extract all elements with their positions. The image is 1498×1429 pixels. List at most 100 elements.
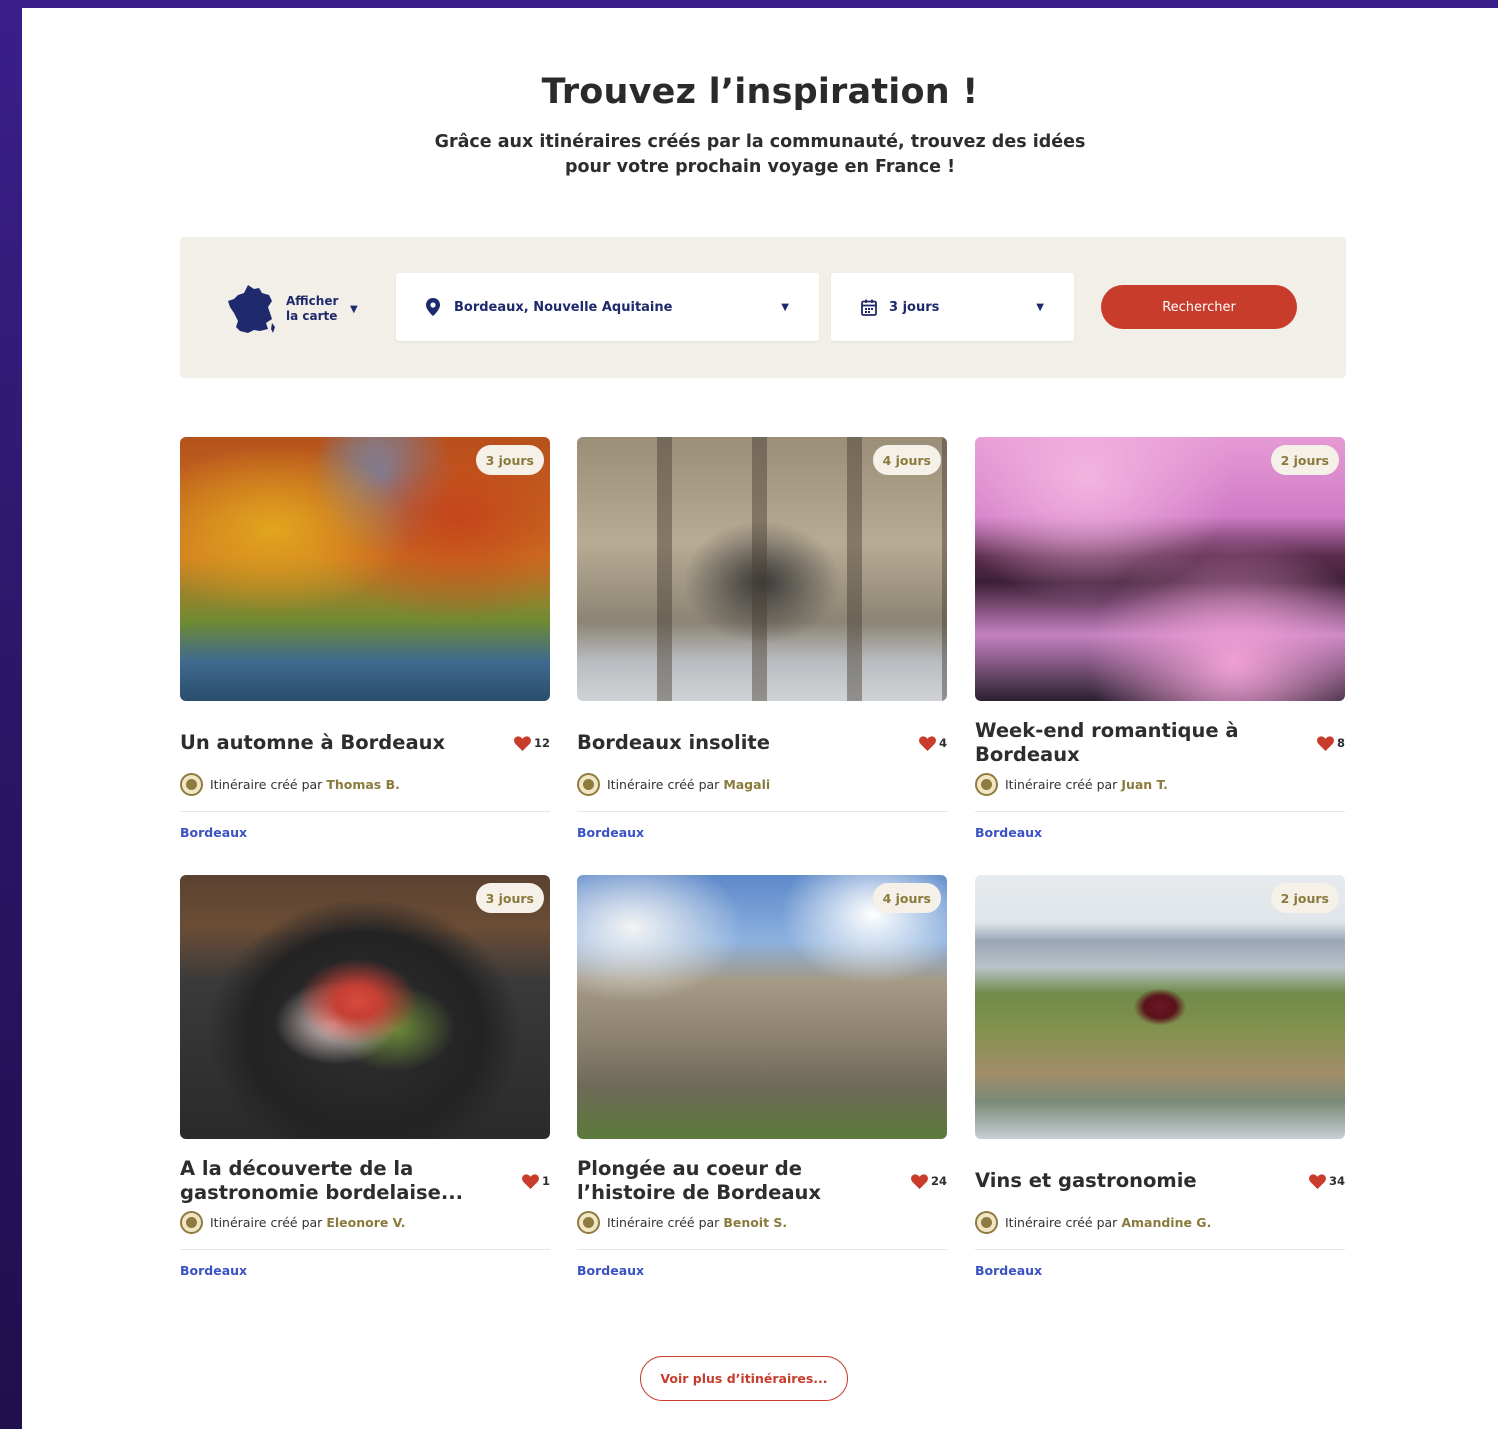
author-avatar-icon (577, 773, 600, 796)
duration-badge: 2 jours (1270, 445, 1339, 475)
card-divider (180, 1249, 550, 1250)
card-title[interactable]: Week-end romantique à Bordeaux (975, 719, 1317, 767)
likes-count: 4 (938, 736, 947, 750)
search-button[interactable]: Rechercher (1101, 285, 1297, 329)
chevron-down-icon: ▼ (350, 303, 358, 315)
author-avatar-icon (975, 773, 998, 796)
show-map-toggle[interactable]: Afficher la carte ▼ (226, 281, 376, 337)
subtitle-line-1: Grâce aux itinéraires créés par la commu… (434, 132, 1086, 152)
heart-icon (911, 1173, 928, 1189)
city-tag[interactable]: Bordeaux (975, 1263, 1042, 1278)
author-name[interactable]: Magali (723, 777, 770, 792)
itinerary-card[interactable]: 4 jours Plongée au coeur de l’histoire d… (577, 875, 947, 1290)
duration-badge: 3 jours (475, 883, 544, 913)
page-title: Trouvez l’inspiration ! (541, 72, 979, 112)
author-name[interactable]: Amandine G. (1121, 1215, 1211, 1230)
author-prefix: Itinéraire créé par (210, 777, 323, 792)
location-select[interactable]: Bordeaux, Nouvelle Aquitaine ▼ (396, 273, 819, 341)
heart-icon (1309, 1173, 1326, 1189)
card-image[interactable]: 4 jours (577, 875, 947, 1139)
card-divider (975, 811, 1345, 812)
card-header: Un automne à Bordeaux 12 (180, 715, 550, 771)
water-mirror-photo (975, 437, 1345, 701)
author-avatar-icon (180, 773, 203, 796)
see-more-button[interactable]: Voir plus d’itinéraires... (640, 1356, 848, 1401)
subtitle-line-2: pour votre prochain voyage en France ! (564, 157, 956, 177)
gastronomy-dish-photo (180, 875, 550, 1139)
likes-counter[interactable]: 4 (919, 735, 947, 751)
duration-badge: 4 jours (872, 445, 941, 475)
search-panel: Afficher la carte ▼ Bordeaux, Nouvelle A… (180, 237, 1346, 378)
city-tag[interactable]: Bordeaux (577, 825, 644, 840)
itinerary-card[interactable]: 2 jours Vins et gastronomie 34 Itinérair… (975, 875, 1345, 1290)
show-map-label-line-2: la carte (286, 309, 338, 323)
card-image[interactable]: 2 jours (975, 875, 1345, 1139)
card-divider (180, 811, 550, 812)
card-header: Vins et gastronomie 34 (975, 1153, 1345, 1209)
likes-counter[interactable]: 8 (1317, 735, 1345, 751)
duration-badge: 3 jours (475, 445, 544, 475)
card-title[interactable]: Un automne à Bordeaux (180, 731, 514, 755)
author-avatar-icon (577, 1211, 600, 1234)
card-header: Week-end romantique à Bordeaux 8 (975, 715, 1345, 771)
author-avatar-icon (975, 1211, 998, 1234)
card-author: Itinéraire créé par Thomas B. (180, 773, 400, 796)
france-map-icon (228, 285, 275, 333)
card-header: Plongée au coeur de l’histoire de Bordea… (577, 1153, 947, 1209)
card-author: Itinéraire créé par Benoit S. (577, 1211, 787, 1234)
card-divider (975, 1249, 1345, 1250)
duration-select[interactable]: 3 jours ▼ (831, 273, 1074, 341)
card-image[interactable]: 2 jours (975, 437, 1345, 701)
roman-ruins-photo (577, 875, 947, 1139)
card-author: Itinéraire créé par Juan T. (975, 773, 1168, 796)
author-name[interactable]: Juan T. (1121, 777, 1168, 792)
card-image[interactable]: 3 jours (180, 437, 550, 701)
card-title[interactable]: Plongée au coeur de l’histoire de Bordea… (577, 1157, 911, 1205)
autumn-park-photo (180, 437, 550, 701)
heart-icon (522, 1173, 539, 1189)
likes-counter[interactable]: 34 (1309, 1173, 1345, 1189)
card-image[interactable]: 3 jours (180, 875, 550, 1139)
city-tag[interactable]: Bordeaux (180, 1263, 247, 1278)
itinerary-card[interactable]: 3 jours Un automne à Bordeaux 12 Itinéra… (180, 437, 550, 852)
calendar-icon (861, 298, 877, 316)
itinerary-card[interactable]: 3 jours A la découverte de la gastronomi… (180, 875, 550, 1290)
city-tag[interactable]: Bordeaux (975, 825, 1042, 840)
wine-vineyard-photo (975, 875, 1345, 1139)
author-prefix: Itinéraire créé par (210, 1215, 323, 1230)
location-pin-icon (426, 298, 442, 316)
author-prefix: Itinéraire créé par (1005, 777, 1118, 792)
author-prefix: Itinéraire créé par (1005, 1215, 1118, 1230)
author-name[interactable]: Benoit S. (723, 1215, 787, 1230)
itinerary-card[interactable]: 4 jours Bordeaux insolite 4 Itinéraire c… (577, 437, 947, 852)
card-header: A la découverte de la gastronomie bordel… (180, 1153, 550, 1209)
author-name[interactable]: Eleonore V. (326, 1215, 405, 1230)
likes-counter[interactable]: 1 (522, 1173, 550, 1189)
page: Trouvez l’inspiration ! Grâce aux itinér… (22, 8, 1498, 1429)
likes-counter[interactable]: 24 (911, 1173, 947, 1189)
author-name[interactable]: Thomas B. (326, 777, 400, 792)
heart-icon (1317, 735, 1334, 751)
card-title[interactable]: Bordeaux insolite (577, 731, 919, 755)
card-title[interactable]: Vins et gastronomie (975, 1169, 1309, 1193)
card-divider (577, 811, 947, 812)
duration-badge: 2 jours (1270, 883, 1339, 913)
show-map-label: Afficher la carte (286, 294, 346, 324)
card-image[interactable]: 4 jours (577, 437, 947, 701)
location-value: Bordeaux, Nouvelle Aquitaine (454, 299, 673, 315)
city-tag[interactable]: Bordeaux (180, 825, 247, 840)
likes-count: 34 (1328, 1174, 1345, 1188)
likes-count: 8 (1336, 736, 1345, 750)
chevron-down-icon: ▼ (1036, 301, 1044, 313)
card-author: Itinéraire créé par Amandine G. (975, 1211, 1211, 1234)
likes-count: 12 (533, 736, 550, 750)
itinerary-card[interactable]: 2 jours Week-end romantique à Bordeaux 8… (975, 437, 1345, 852)
author-prefix: Itinéraire créé par (607, 1215, 720, 1230)
card-title[interactable]: A la découverte de la gastronomie bordel… (180, 1157, 522, 1205)
city-tag[interactable]: Bordeaux (577, 1263, 644, 1278)
likes-counter[interactable]: 12 (514, 735, 550, 751)
card-author: Itinéraire créé par Eleonore V. (180, 1211, 406, 1234)
duration-badge: 4 jours (872, 883, 941, 913)
card-author: Itinéraire créé par Magali (577, 773, 770, 796)
heart-icon (514, 735, 531, 751)
